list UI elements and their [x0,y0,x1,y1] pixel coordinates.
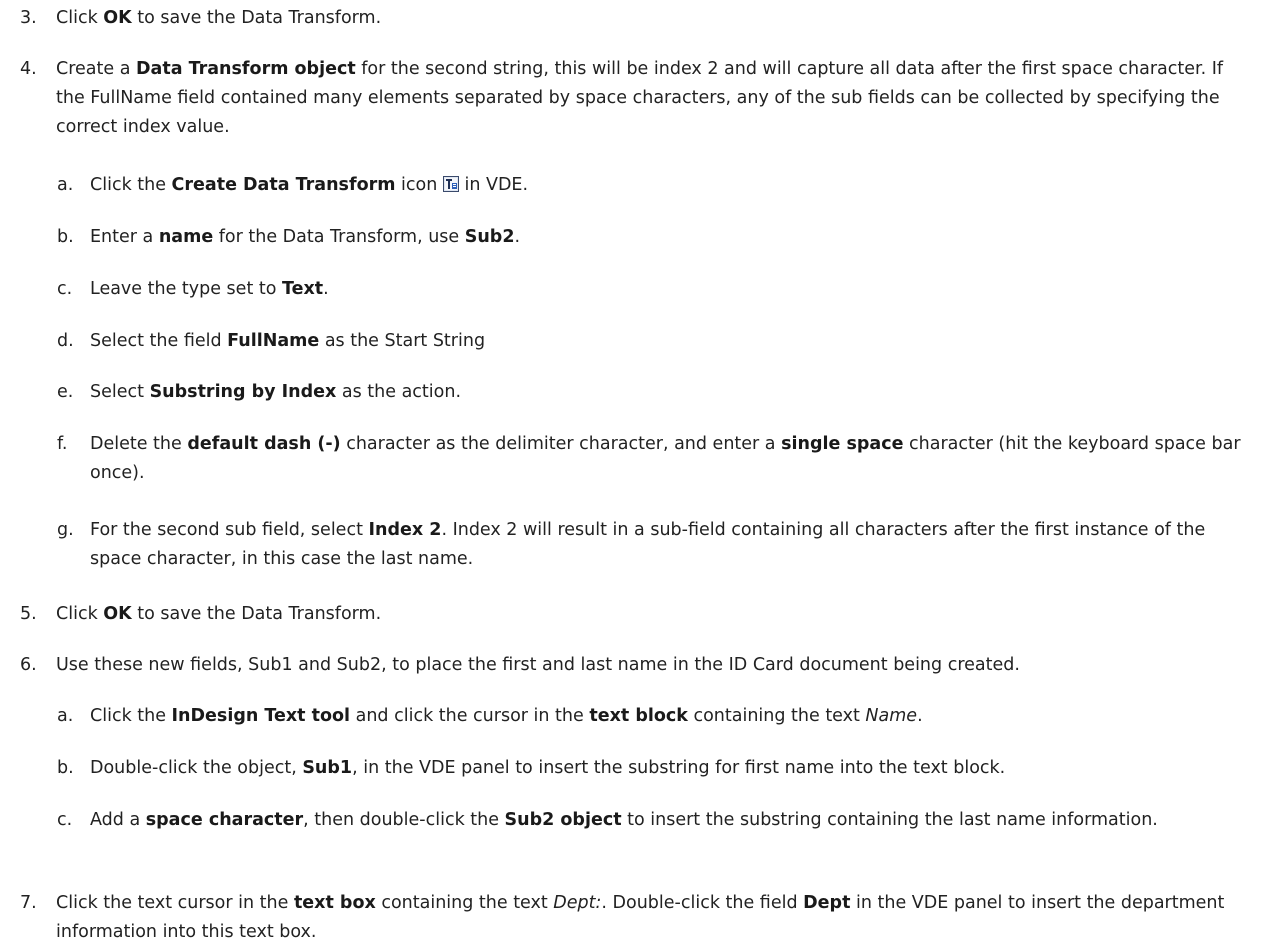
step-text: Use these new fields, Sub1 and Sub2, to … [56,655,1020,675]
step-text: Click the Create Data Transform icon in … [90,175,529,195]
step-text: Select the field FullName as the Start S… [90,331,486,351]
step-letter: e. [57,382,74,402]
step-text: Select Substring by Index as the action. [90,382,462,402]
step-4: 4. Create a Data Transform object for th… [20,55,1245,142]
step-number: 6. [20,655,37,675]
step-text: Leave the type set to Text. [90,279,329,299]
substep-4a: a. Click the Create Data Transform icon … [57,171,1245,200]
substep-6b: b. Double-click the object, Sub1, in the… [57,754,1245,783]
step-letter: a. [57,706,74,726]
step-6: 6. Use these new fields, Sub1 and Sub2, … [20,651,1245,680]
step-5: 5. Click OK to save the Data Transform. [20,600,1245,629]
substep-4c: c. Leave the type set to Text. [57,275,1245,304]
step-letter: d. [57,331,74,351]
step-text: Double-click the object, Sub1, in the VD… [90,758,1006,778]
step-text: Create a Data Transform object for the s… [56,59,1224,137]
substep-4e: e. Select Substring by Index as the acti… [57,378,1245,407]
step-letter: f. [57,434,68,454]
substep-4b: b. Enter a name for the Data Transform, … [57,223,1245,252]
step-text: Enter a name for the Data Transform, use… [90,227,521,247]
substep-4d: d. Select the field FullName as the Star… [57,327,1245,356]
step-letter: a. [57,175,74,195]
step-number: 7. [20,893,37,913]
step-number: 3. [20,8,37,28]
substep-4g: g. For the second sub field, select Inde… [57,516,1245,574]
step-text: Click the text cursor in the text box co… [56,893,1225,942]
step-text: Click the InDesign Text tool and click t… [90,706,923,726]
substep-6a: a. Click the InDesign Text tool and clic… [57,702,1245,731]
step-text: Click OK to save the Data Transform. [56,604,382,624]
step-letter: b. [57,227,74,247]
step-7: 7. Click the text cursor in the text box… [20,889,1245,947]
substep-6c: c. Add a space character, then double-cl… [57,806,1245,835]
create-data-transform-icon [442,176,459,192]
step-text: Click OK to save the Data Transform. [56,8,382,28]
step-text: For the second sub field, select Index 2… [90,520,1206,569]
step-number: 5. [20,604,37,624]
document-page: 3. Click OK to save the Data Transform. … [0,0,1265,946]
step-letter: g. [57,520,74,540]
step-text: Delete the default dash (-) character as… [90,434,1241,483]
substep-4f: f. Delete the default dash (-) character… [57,430,1245,488]
step-letter: c. [57,810,73,830]
step-letter: c. [57,279,73,299]
step-3: 3. Click OK to save the Data Transform. [20,4,1245,33]
step-number: 4. [20,59,37,79]
step-letter: b. [57,758,74,778]
step-text: Add a space character, then double-click… [90,810,1158,830]
